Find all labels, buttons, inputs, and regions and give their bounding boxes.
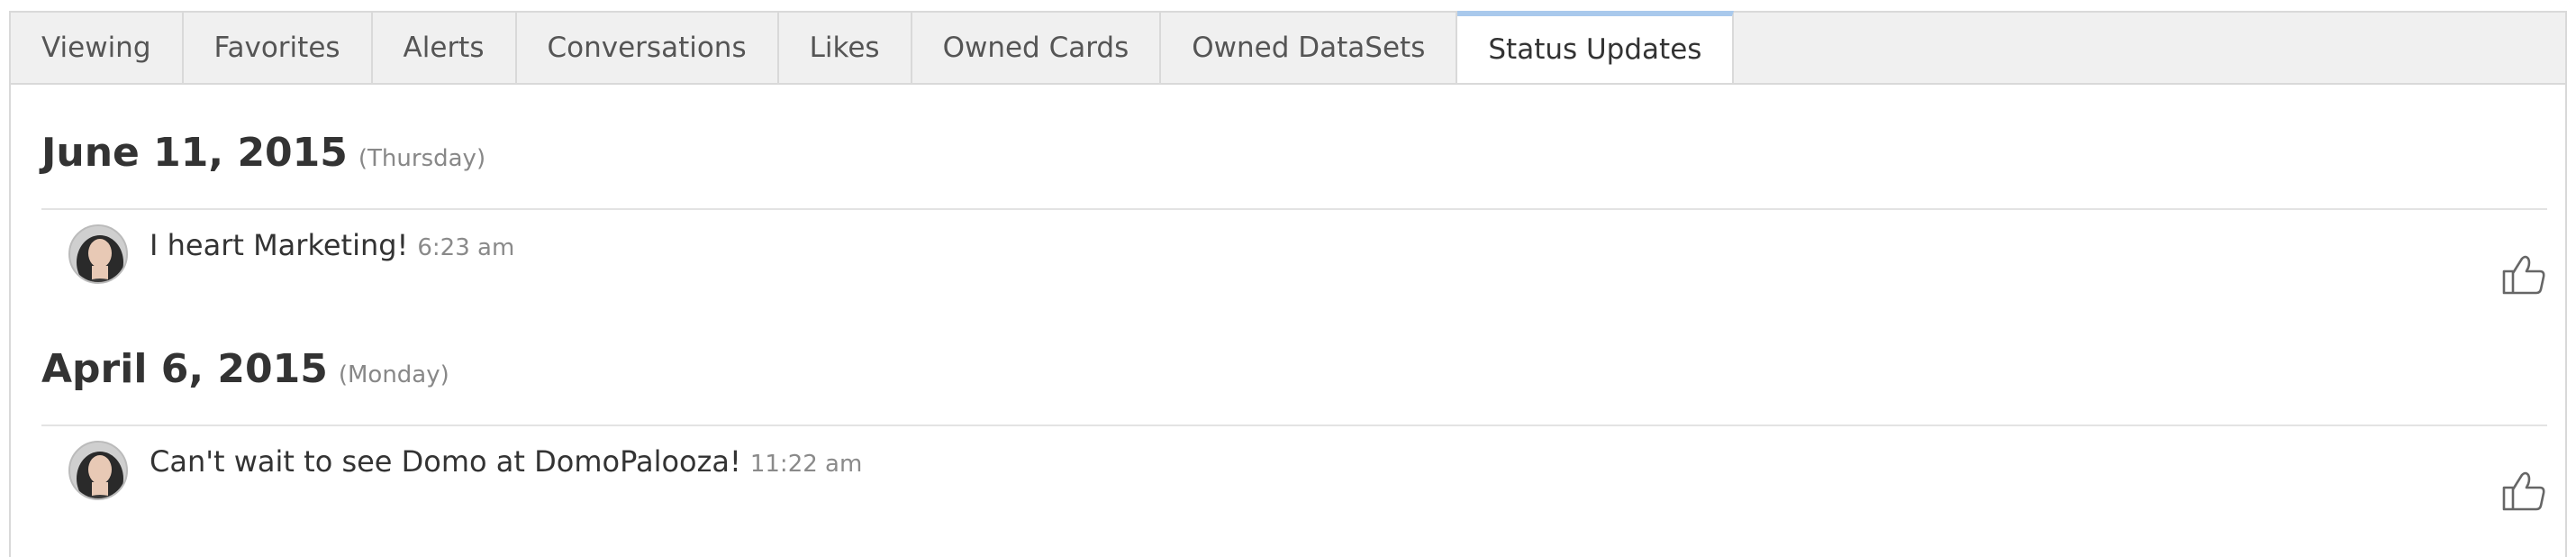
day-group: April 6, 2015 (Monday) Can't wait to see… bbox=[11, 301, 2565, 517]
day-date: June 11, 2015 bbox=[41, 130, 348, 176]
tab-likes[interactable]: Likes bbox=[779, 13, 912, 83]
avatar[interactable] bbox=[68, 441, 128, 500]
tab-viewing[interactable]: Viewing bbox=[11, 13, 184, 83]
thumbs-up-icon[interactable] bbox=[2500, 253, 2547, 297]
status-text: Can't wait to see Domo at DomoPalooza! 1… bbox=[150, 444, 862, 479]
day-heading: April 6, 2015 (Monday) bbox=[41, 346, 449, 392]
day-heading: June 11, 2015 (Thursday) bbox=[41, 130, 485, 176]
tab-alerts[interactable]: Alerts bbox=[373, 13, 517, 83]
status-message: Can't wait to see Domo at DomoPalooza! bbox=[150, 444, 741, 479]
status-time: 11:22 am bbox=[749, 451, 863, 478]
profile-panel: Viewing Favorites Alerts Conversations L… bbox=[9, 11, 2567, 557]
tab-status-updates[interactable]: Status Updates bbox=[1457, 11, 1735, 83]
tab-owned-datasets[interactable]: Owned DataSets bbox=[1161, 13, 1458, 83]
status-time: 6:23 am bbox=[417, 234, 515, 261]
tab-favorites[interactable]: Favorites bbox=[184, 13, 373, 83]
status-updates-list: June 11, 2015 (Thursday) I heart Marketi… bbox=[11, 85, 2565, 517]
day-date: April 6, 2015 bbox=[41, 346, 328, 392]
status-message: I heart Marketing! bbox=[150, 228, 409, 262]
tab-conversations[interactable]: Conversations bbox=[517, 13, 779, 83]
status-text: I heart Marketing! 6:23 am bbox=[150, 228, 514, 262]
status-update-item: I heart Marketing! 6:23 am bbox=[11, 210, 2565, 300]
avatar[interactable] bbox=[68, 224, 128, 284]
avatar-image bbox=[70, 443, 126, 498]
avatar-image bbox=[70, 226, 126, 282]
tab-owned-cards[interactable]: Owned Cards bbox=[912, 13, 1162, 83]
tab-bar: Viewing Favorites Alerts Conversations L… bbox=[11, 11, 2565, 85]
day-weekday: (Thursday) bbox=[358, 145, 486, 172]
status-update-item: Can't wait to see Domo at DomoPalooza! 1… bbox=[11, 426, 2565, 516]
day-group: June 11, 2015 (Thursday) I heart Marketi… bbox=[11, 85, 2565, 301]
day-weekday: (Monday) bbox=[338, 361, 449, 388]
thumbs-up-icon[interactable] bbox=[2500, 470, 2547, 513]
